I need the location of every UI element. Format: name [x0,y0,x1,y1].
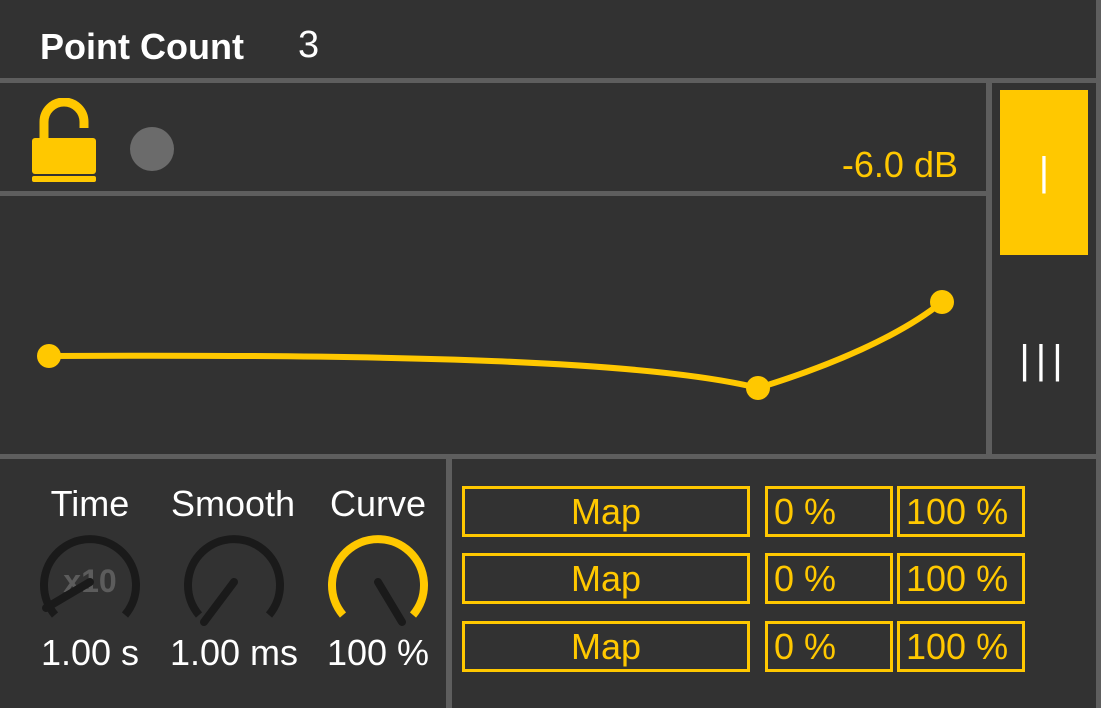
header-divider [0,78,1101,83]
map-max-2[interactable]: 100 % [897,553,1025,604]
envelope-point[interactable] [746,376,770,400]
time-knob-value: 1.00 s [40,632,140,673]
mode-button-triple-label: ||| [1019,338,1069,382]
outer-right-border [1096,0,1101,708]
map-button-1[interactable]: Map [462,486,750,537]
curve-knob-value: 100 % [326,632,430,673]
envelope-editor[interactable] [0,196,986,454]
smooth-knob-label: Smooth [170,483,296,524]
time-knob[interactable]: x10 [38,530,142,634]
point-count-label: Point Count [40,26,244,67]
map-button-3[interactable]: Map [462,621,750,672]
map-max-3[interactable]: 100 % [897,621,1025,672]
lock-button[interactable] [30,97,98,184]
map-min-3[interactable]: 0 % [765,621,893,672]
smooth-knob-value: 1.00 ms [169,632,299,673]
status-dot-icon [130,127,174,171]
curve-knob[interactable] [326,530,430,634]
envelope-curve [48,299,944,392]
envelope-point[interactable] [930,290,954,314]
mode-button-single-label: | [1038,150,1050,194]
map-min-2[interactable]: 0 % [765,553,893,604]
padlock-open-icon [32,97,96,182]
smooth-knob[interactable] [182,530,286,634]
point-count-value[interactable]: 3 [298,24,319,67]
mode-button-triple[interactable]: ||| [1000,278,1088,443]
map-max-1[interactable]: 100 % [897,486,1025,537]
map-button-2[interactable]: Map [462,553,750,604]
time-knob-label: Time [50,483,130,524]
curve-knob-label: Curve [329,483,427,524]
map-min-1[interactable]: 0 % [765,486,893,537]
right-panel-divider [986,78,992,454]
mode-button-single[interactable]: | [1000,90,1088,255]
envelope-point[interactable] [37,344,61,368]
bottom-divider [0,454,1101,459]
header-bar: Point Count 3 [0,0,1101,78]
gain-readout: -6.0 dB [841,144,958,185]
